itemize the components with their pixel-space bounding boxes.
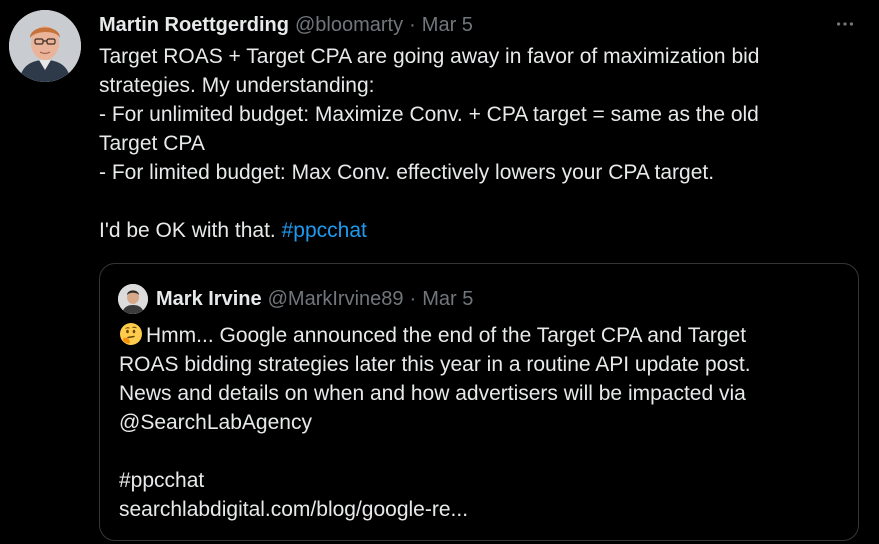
author-avatar[interactable] [9,10,81,82]
tweet-text-line [99,187,859,216]
quoted-tweet-card[interactable]: Mark Irvine @MarkIrvine89 · Mar 5 Hmm...… [99,263,859,541]
quoted-text-line: ROAS bidding strategies later this year … [119,353,751,376]
quoted-text-line [119,437,849,466]
more-horizontal-icon [836,22,854,26]
hashtag-link[interactable]: #ppcchat [282,219,367,242]
tweet-header: Martin Roettgerding @bloomarty · Mar 5 [99,12,473,38]
quoted-author-avatar-image [118,284,148,314]
quoted-url-link[interactable]: searchlabdigital.com/blog/google-re... [119,495,849,524]
quoted-tweet-date[interactable]: Mar 5 [422,288,473,311]
separator-dot: · [409,13,416,36]
author-handle[interactable]: @bloomarty [295,14,403,37]
tweet-text-line: Target CPA [99,132,205,155]
tweet-text-line: - For unlimited budget: Maximize Conv. +… [99,103,759,126]
quoted-hashtag[interactable]: #ppcchat [119,466,849,495]
quoted-author-name[interactable]: Mark Irvine [156,288,262,311]
thinking-face-emoji [119,322,143,346]
tweet-text-last-line: I'd be OK with that. #ppcchat [99,216,859,245]
tweet: Martin Roettgerding @bloomarty · Mar 5 T… [0,0,879,544]
quoted-text-line-content: Hmm... Google announced the end of the T… [146,324,747,347]
tweet-text-line: strategies. My understanding: [99,74,375,97]
quoted-tweet-text: Hmm... Google announced the end of the T… [119,321,849,524]
author-name[interactable]: Martin Roettgerding [99,14,289,37]
tweet-text-line: Target ROAS + Target CPA are going away … [99,45,760,68]
quoted-text-line: Hmm... Google announced the end of the T… [119,321,849,350]
author-avatar-image [9,10,81,82]
tweet-text: Target ROAS + Target CPA are going away … [99,42,859,245]
mention-link[interactable]: @SearchLabAgency [119,408,849,437]
more-options-button[interactable] [828,10,862,38]
tweet-text-line: I'd be OK with that. [99,219,282,242]
tweet-date[interactable]: Mar 5 [422,14,473,37]
quoted-tweet-header: Mark Irvine @MarkIrvine89 · Mar 5 [156,286,473,312]
tweet-text-line: - For limited budget: Max Conv. effectiv… [99,161,715,184]
separator-dot: · [409,287,417,310]
quoted-author-handle[interactable]: @MarkIrvine89 [268,288,404,311]
quoted-text-line: News and details on when and how adverti… [119,382,746,405]
quoted-author-avatar[interactable] [118,284,148,314]
